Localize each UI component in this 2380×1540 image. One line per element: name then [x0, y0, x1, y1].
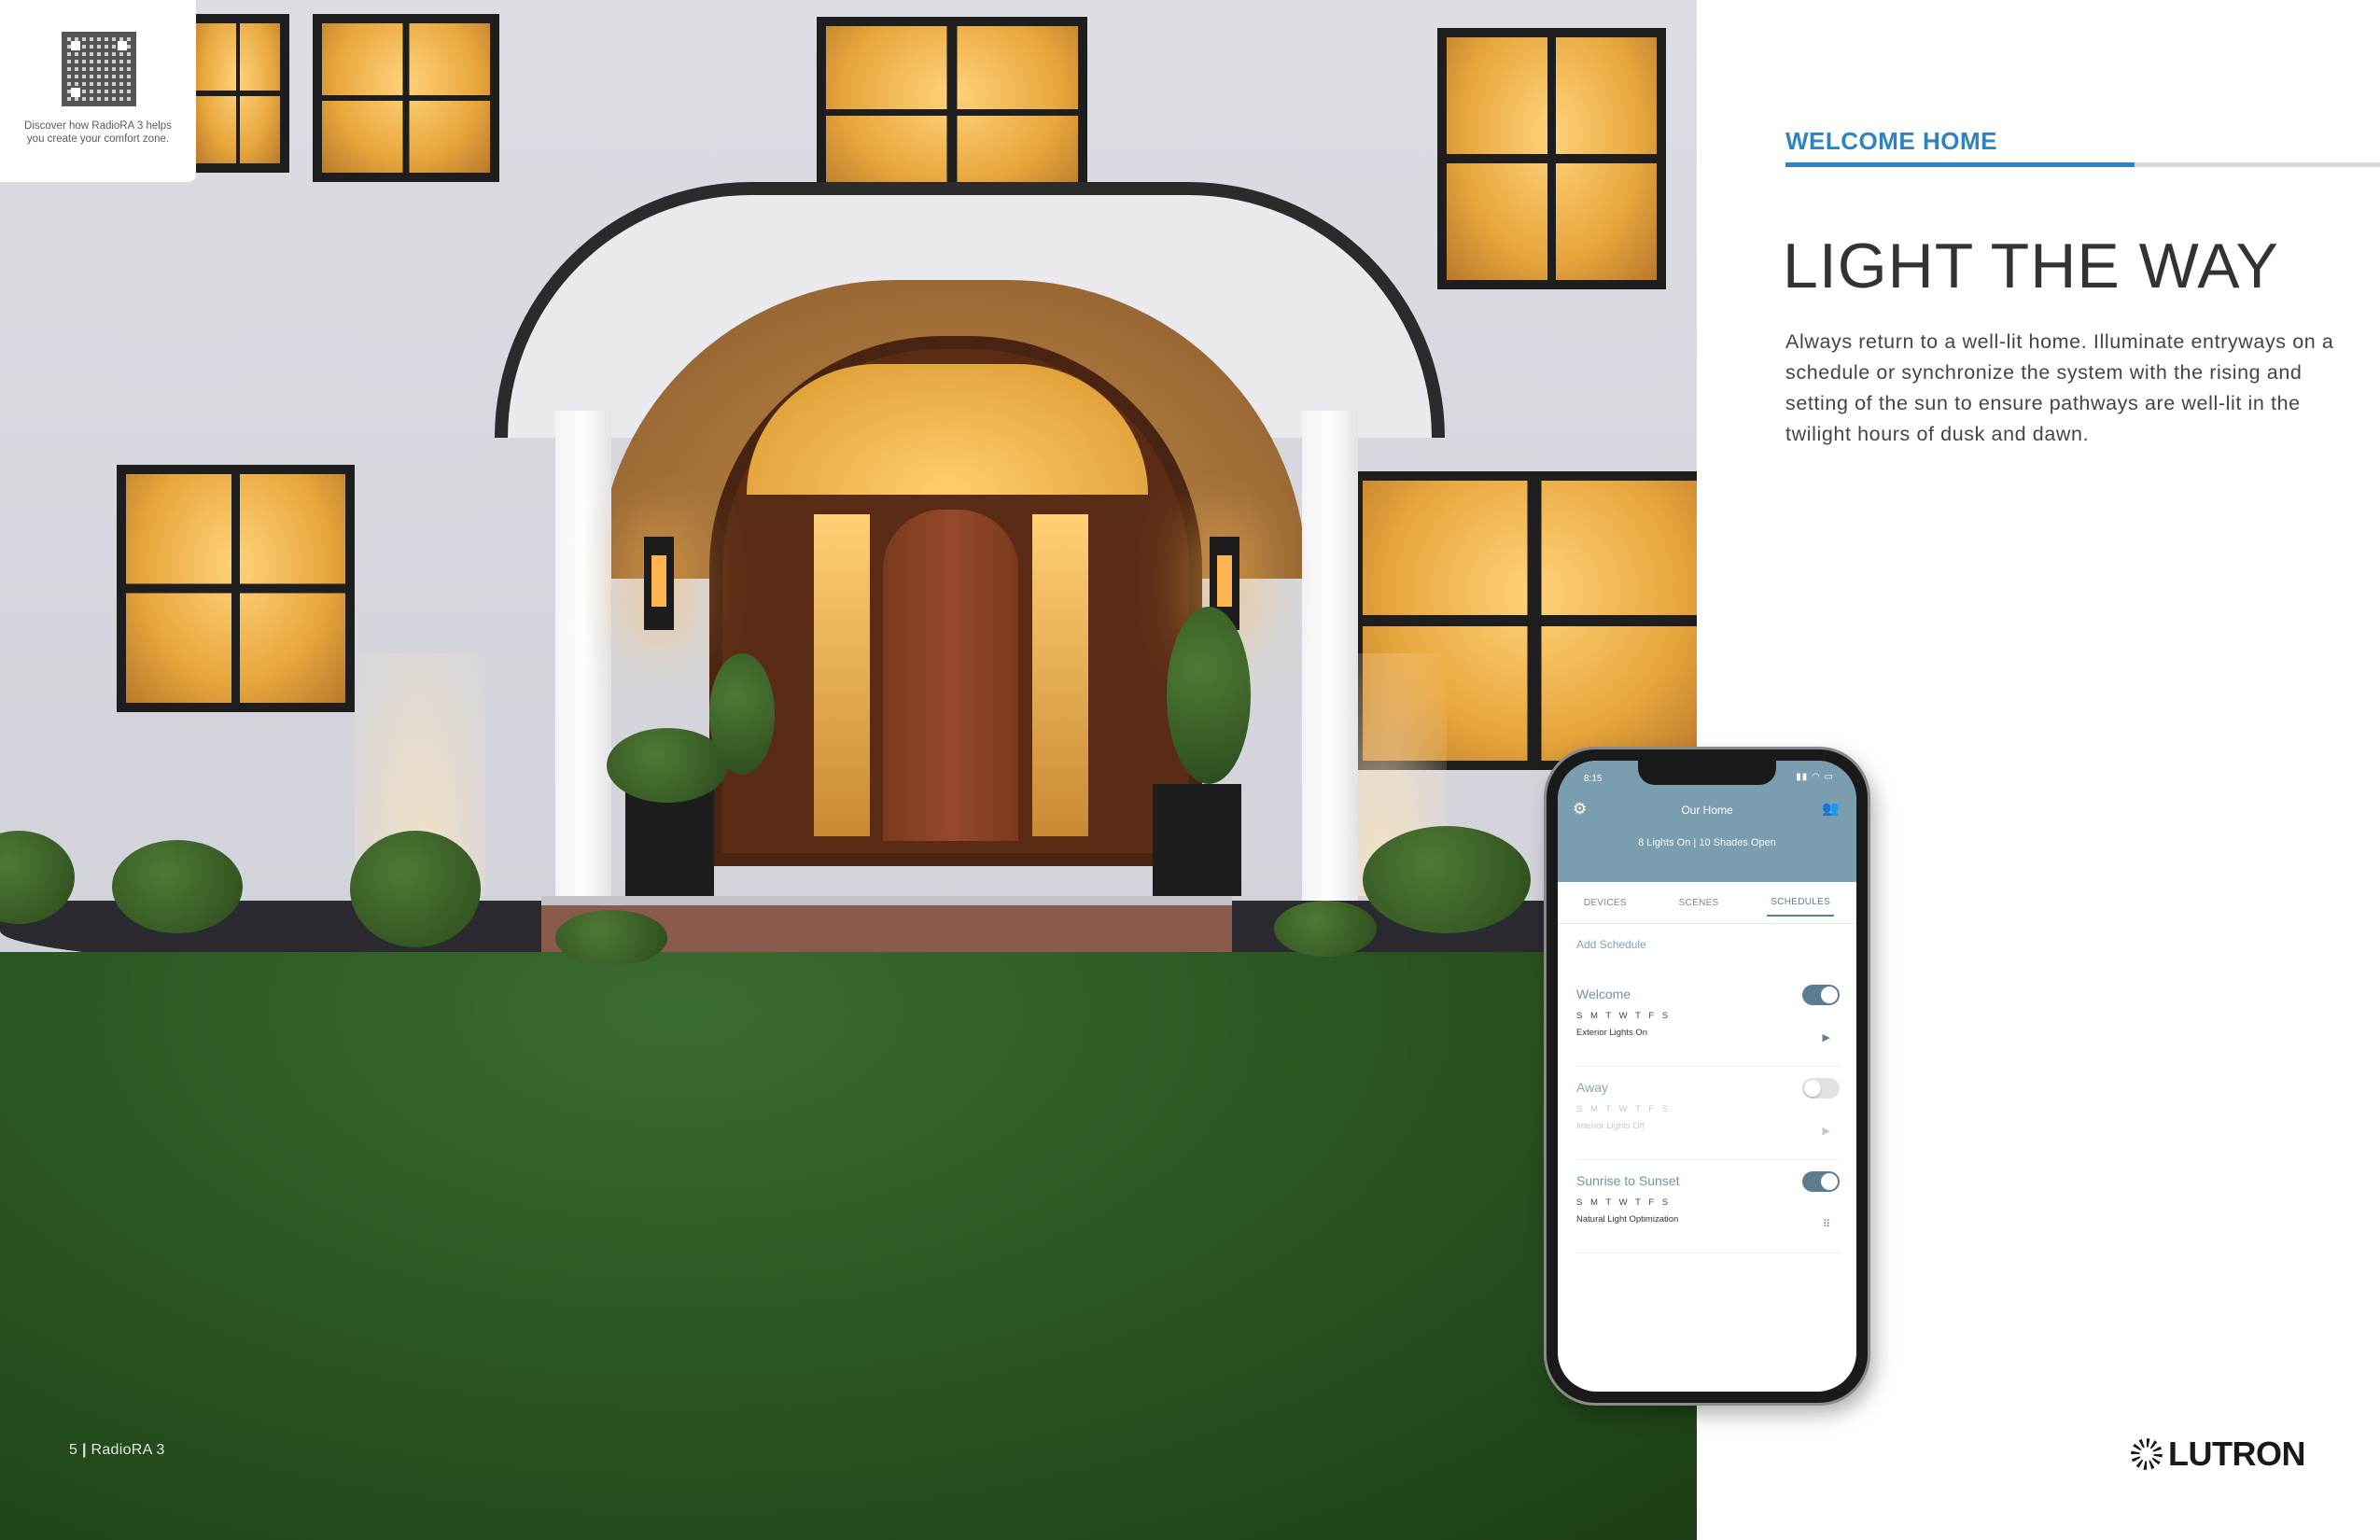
home-status: 8 Lights On | 10 Shades Open — [1638, 837, 1776, 848]
tab-scenes[interactable]: SCENES — [1675, 890, 1723, 916]
upper-window — [313, 14, 499, 182]
sidelight — [808, 509, 875, 842]
home-title: Our Home — [1681, 804, 1733, 817]
qr-caption: Discover how RadioRA 3 helps you create … — [24, 120, 172, 145]
page-title: LIGHT THE WAY — [1783, 231, 2279, 301]
page-number: 5 — [69, 1442, 78, 1458]
divider — [1576, 1066, 1840, 1067]
shrub — [1274, 901, 1377, 957]
wall-sconce — [644, 537, 674, 630]
front-door — [877, 504, 1024, 847]
page-folio: 5 | RadioRA 3 — [69, 1442, 165, 1459]
schedule-item[interactable]: Away S M T W T F S Interior Lights Off ▶ — [1558, 1078, 1856, 1173]
tab-devices[interactable]: DEVICES — [1580, 890, 1631, 916]
folio-product: RadioRA 3 — [91, 1442, 165, 1458]
add-schedule-button[interactable]: Add Schedule — [1576, 938, 1646, 951]
upper-window — [187, 14, 289, 173]
lower-window — [117, 465, 355, 712]
kicker-rule-accent — [1785, 162, 2135, 167]
schedule-days: S M T W T F S — [1576, 1197, 1672, 1208]
house-entry-photo — [0, 0, 1697, 1540]
schedule-toggle[interactable] — [1802, 1078, 1840, 1099]
schedule-name: Welcome — [1576, 987, 1631, 1001]
schedule-action: Exterior Lights On — [1576, 1028, 1648, 1038]
shrub — [555, 910, 667, 966]
topiary — [709, 653, 775, 775]
divider — [1576, 1159, 1840, 1160]
schedule-toggle[interactable] — [1802, 1171, 1840, 1192]
status-time: 8:15 — [1584, 774, 1603, 784]
shrub — [1363, 826, 1531, 933]
porch-column — [555, 411, 611, 901]
planter — [1153, 784, 1241, 896]
lawn — [0, 952, 1697, 1540]
shrub — [350, 831, 481, 947]
status-icons: ▮▮ ◠ ▭ — [1796, 772, 1834, 782]
schedule-item[interactable]: Welcome S M T W T F S Exterior Lights On… — [1558, 985, 1856, 1080]
porch-column — [1302, 411, 1358, 901]
play-icon[interactable]: ▶ — [1823, 1031, 1830, 1043]
app-screen: 8:15 ▮▮ ◠ ▭ ⚙ 👥 Our Home 8 Lights On | 1… — [1558, 761, 1856, 1392]
schedule-action: Natural Light Optimization — [1576, 1214, 1679, 1225]
qr-card: Discover how RadioRA 3 helps you create … — [0, 0, 196, 182]
schedule-name: Sunrise to Sunset — [1576, 1173, 1680, 1188]
folio-separator: | — [81, 1442, 87, 1458]
sidelight — [1027, 509, 1094, 842]
logo-wordmark: LUTRON — [2168, 1435, 2305, 1473]
flower-shrub — [607, 728, 728, 803]
app-tabs: DEVICES SCENES SCHEDULES — [1558, 882, 1856, 924]
upper-window — [1437, 28, 1666, 289]
lutron-logo: LUTRON — [2131, 1435, 2305, 1473]
tab-schedules[interactable]: SCHEDULES — [1767, 889, 1835, 917]
schedule-action: Interior Lights Off — [1576, 1121, 1645, 1131]
schedule-name: Away — [1576, 1080, 1608, 1095]
more-icon[interactable]: ⠿ — [1823, 1218, 1830, 1230]
schedule-item[interactable]: Sunrise to Sunset S M T W T F S Natural … — [1558, 1171, 1856, 1267]
schedule-days: S M T W T F S — [1576, 1104, 1672, 1114]
smartphone: 8:15 ▮▮ ◠ ▭ ⚙ 👥 Our Home 8 Lights On | 1… — [1547, 749, 1868, 1403]
shrub — [112, 840, 243, 933]
body-paragraph: Always return to a well-lit home. Illumi… — [1785, 330, 2334, 445]
schedule-toggle[interactable] — [1802, 985, 1840, 1005]
qr-code-icon[interactable] — [62, 32, 136, 106]
upper-window-chandelier — [817, 17, 1087, 208]
topiary — [1167, 607, 1251, 784]
lutron-starburst-icon — [2131, 1438, 2163, 1470]
phone-notch — [1638, 761, 1776, 785]
play-icon[interactable]: ▶ — [1823, 1125, 1830, 1137]
schedule-days: S M T W T F S — [1576, 1011, 1672, 1021]
section-kicker: WELCOME HOME — [1785, 127, 1997, 155]
